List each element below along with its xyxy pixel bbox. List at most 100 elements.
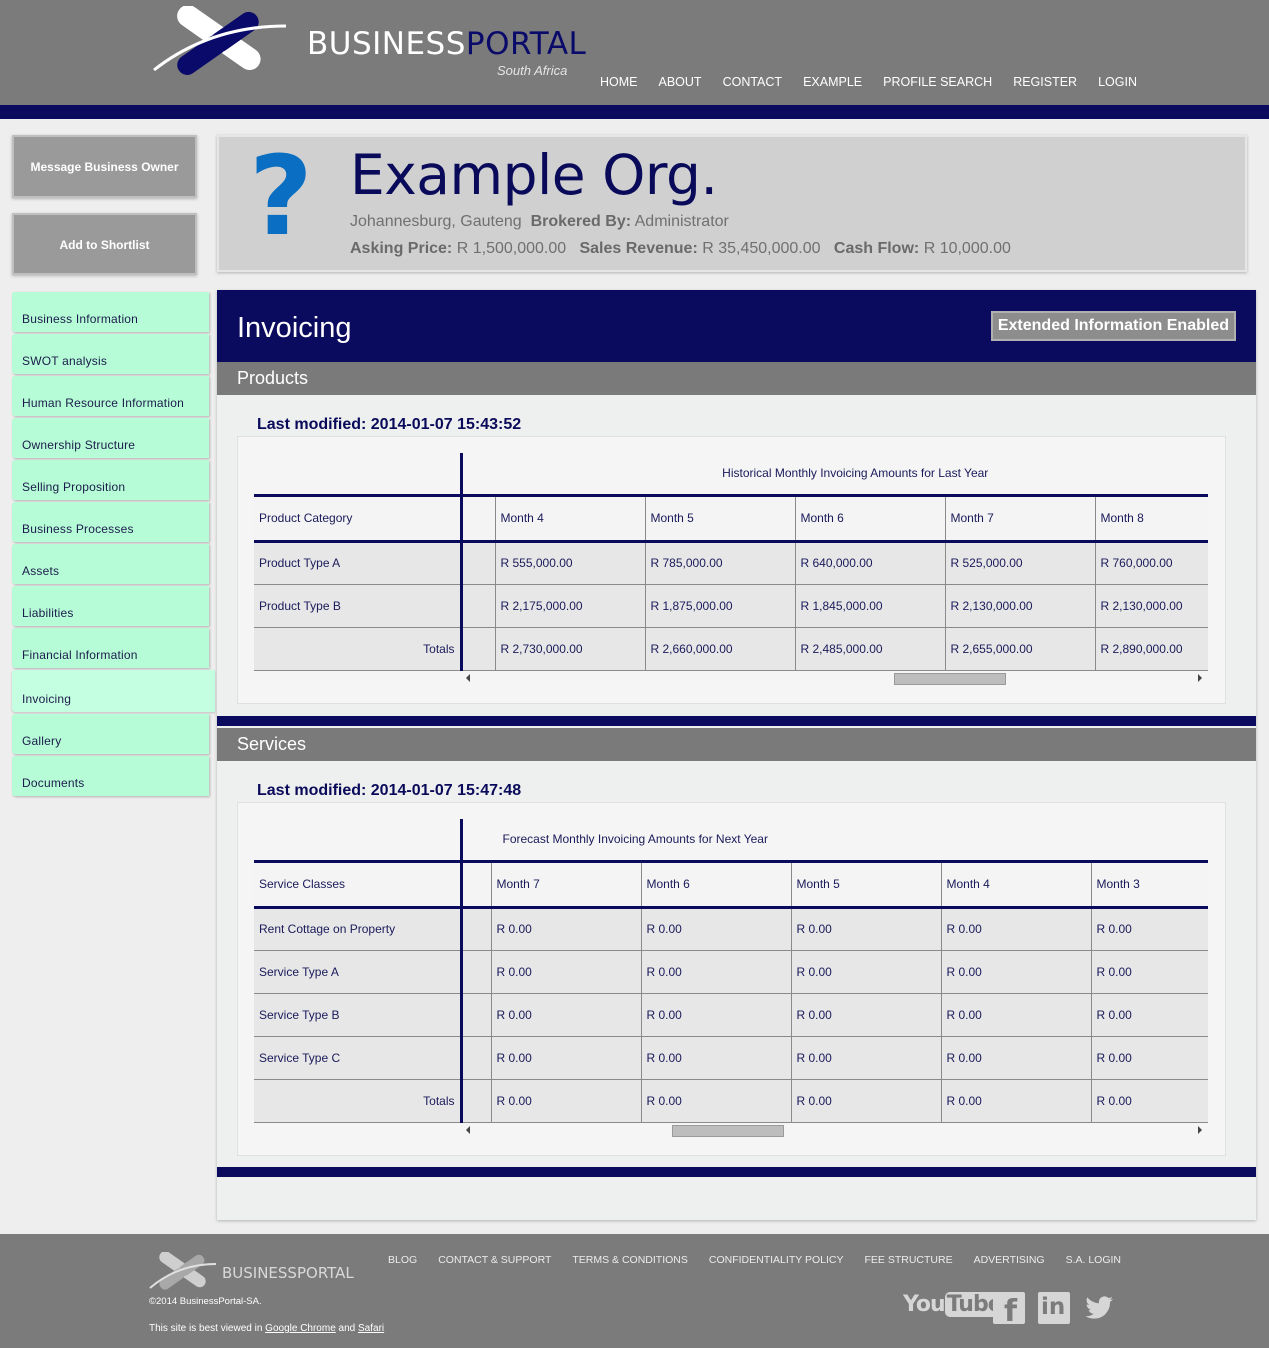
safari-link[interactable]: Safari (358, 1323, 384, 1334)
row-label: Product Type A (254, 541, 463, 585)
products-horizontal-scrollbar[interactable] (464, 671, 1204, 687)
menu-item-human-resource-information[interactable]: Human Resource Information (12, 376, 209, 416)
business-profile-card: ? Example Org. Johannesburg, Gauteng Bro… (217, 135, 1247, 272)
menu-item-assets[interactable]: Assets (12, 544, 209, 584)
profile-financials-line: Asking Price: R 1,500,000.00 Sales Reven… (350, 240, 1011, 258)
footer-logo-icon[interactable] (148, 1252, 218, 1292)
table-cell: R 0.00 (791, 993, 942, 1037)
table-cell: R 0.00 (641, 993, 792, 1037)
footer-link-fee-structure[interactable]: FEE STRUCTURE (864, 1254, 952, 1266)
column-header: Service Classes (254, 859, 463, 909)
footer-link-terms-conditions[interactable]: TERMS & CONDITIONS (572, 1254, 688, 1266)
totals-cell: R 0.00 (791, 1079, 942, 1123)
footer-link-blog[interactable]: BLOG (388, 1254, 417, 1266)
sales-revenue-label: Sales Revenue: (579, 240, 698, 257)
table-cell: R 0.00 (941, 950, 1092, 994)
scroll-right-arrow-icon[interactable] (1198, 1126, 1202, 1134)
totals-cell: R 0.00 (491, 1079, 642, 1123)
linkedin-glyph: in (1041, 1294, 1066, 1320)
totals-row: Totals R 0.00 R 0.00 R 0.00 R 0.00 R 0.0… (254, 1079, 1208, 1123)
scroll-left-arrow-icon[interactable] (466, 1126, 470, 1134)
menu-item-documents[interactable]: Documents (12, 756, 209, 796)
nav-login[interactable]: LOGIN (1098, 75, 1137, 89)
logo-subtitle: South Africa (497, 63, 568, 78)
menu-item-gallery[interactable]: Gallery (12, 714, 209, 754)
menu-item-financial-information[interactable]: Financial Information (12, 628, 209, 668)
add-to-shortlist-label: Add to Shortlist (59, 238, 150, 252)
footer-link-confidentiality-policy[interactable]: CONFIDENTIALITY POLICY (709, 1254, 844, 1266)
row-label: Service Type B (254, 993, 463, 1037)
cash-flow-label: Cash Flow: (833, 240, 920, 257)
twitter-icon[interactable] (1083, 1292, 1115, 1324)
section-divider (217, 716, 1256, 726)
footer-logo-text-portal: PORTAL (296, 1264, 354, 1282)
table-cell: R 0.00 (641, 907, 792, 951)
menu-item-selling-proposition[interactable]: Selling Proposition (12, 460, 209, 500)
footer-logo-text[interactable]: BUSINESSPORTAL (222, 1264, 354, 1282)
menu-item-liabilities[interactable]: Liabilities (12, 586, 209, 626)
section-divider (217, 1167, 1256, 1177)
question-mark-icon: ? (249, 132, 313, 260)
and-text: and (338, 1323, 356, 1334)
message-business-owner-button[interactable]: Message Business Owner (12, 135, 197, 198)
nav-about[interactable]: ABOUT (659, 75, 702, 89)
column-header: Month 7 (491, 859, 642, 909)
scrollbar-thumb[interactable] (894, 673, 1006, 685)
facebook-icon[interactable]: f (993, 1292, 1025, 1329)
services-last-modified: Last modified: 2014-01-07 15:47:48 (257, 782, 522, 799)
nav-contact[interactable]: CONTACT (723, 75, 783, 89)
footer-logo-text-business: BUSINESS (222, 1264, 297, 1282)
totals-cell: R 0.00 (1091, 1079, 1208, 1123)
table-cell: R 2,130,000.00 (945, 584, 1096, 628)
table-cell: R 0.00 (491, 1036, 642, 1080)
nav-profile-search[interactable]: PROFILE SEARCH (883, 75, 992, 89)
table-cell: R 0.00 (641, 950, 792, 994)
menu-item-business-processes[interactable]: Business Processes (12, 502, 209, 542)
scroll-left-arrow-icon[interactable] (466, 674, 470, 682)
add-to-shortlist-button[interactable]: Add to Shortlist (12, 213, 197, 275)
totals-cell: R 2,655,000.00 (945, 627, 1096, 671)
table-cell: R 0.00 (1091, 993, 1208, 1037)
google-chrome-link[interactable]: Google Chrome (265, 1323, 336, 1334)
header-divider (0, 105, 1269, 119)
table-cell: R 0.00 (941, 1036, 1092, 1080)
menu-item-swot-analysis[interactable]: SWOT analysis (12, 334, 209, 374)
menu-item-ownership-structure[interactable]: Ownership Structure (12, 418, 209, 458)
row-label: Product Type B (254, 584, 463, 628)
column-header: Month 6 (641, 859, 792, 909)
linkedin-icon[interactable]: in (1038, 1292, 1070, 1324)
services-horizontal-scrollbar[interactable] (464, 1123, 1204, 1139)
products-table-container: Historical Monthly Invoicing Amounts for… (237, 436, 1226, 704)
nav-register[interactable]: REGISTER (1013, 75, 1077, 89)
organization-name: Example Org. (350, 143, 718, 207)
table-cell: R 785,000.00 (645, 541, 796, 585)
page-title: Invoicing (237, 312, 352, 344)
nav-home[interactable]: HOME (600, 75, 638, 89)
logo-text-portal: PORTAL (465, 26, 587, 62)
profile-location-line: Johannesburg, Gauteng Brokered By: Admin… (350, 213, 729, 231)
invoicing-header: Invoicing Extended Information Enabled (217, 290, 1256, 362)
table-cell: R 0.00 (491, 907, 642, 951)
scrollbar-thumb[interactable] (672, 1125, 784, 1137)
products-table: Historical Monthly Invoicing Amounts for… (254, 453, 1208, 671)
youtube-icon[interactable]: YouTube (903, 1292, 1004, 1324)
totals-row: Totals R 2,730,000.00 R 2,660,000.00 R 2… (254, 627, 1208, 671)
products-last-modified: Last modified: 2014-01-07 15:43:52 (257, 416, 522, 433)
footer-link-advertising[interactable]: ADVERTISING (974, 1254, 1045, 1266)
table-cell: R 0.00 (791, 1036, 942, 1080)
table-cell: R 0.00 (1091, 1036, 1208, 1080)
nav-example[interactable]: EXAMPLE (803, 75, 862, 89)
table-cell: R 0.00 (791, 950, 942, 994)
menu-item-business-information[interactable]: Business Information (12, 292, 209, 332)
menu-item-invoicing[interactable]: Invoicing (12, 670, 215, 712)
logo-text[interactable]: BUSINESSPORTAL (307, 26, 586, 62)
table-row: Rent Cottage on Property R 0.00 R 0.00 R… (254, 907, 1208, 951)
brokered-by-value: Administrator (634, 213, 729, 230)
column-header: Month 4 (941, 859, 1092, 909)
table-header-row: Product Category Month 4 Month 5 Month 6… (254, 493, 1208, 543)
table-cell: R 525,000.00 (945, 541, 1096, 585)
scroll-right-arrow-icon[interactable] (1198, 674, 1202, 682)
business-portal-logo-icon[interactable] (150, 6, 290, 78)
footer-link-contact-support[interactable]: CONTACT & SUPPORT (438, 1254, 551, 1266)
footer-link-sa-login[interactable]: S.A. LOGIN (1066, 1254, 1121, 1266)
